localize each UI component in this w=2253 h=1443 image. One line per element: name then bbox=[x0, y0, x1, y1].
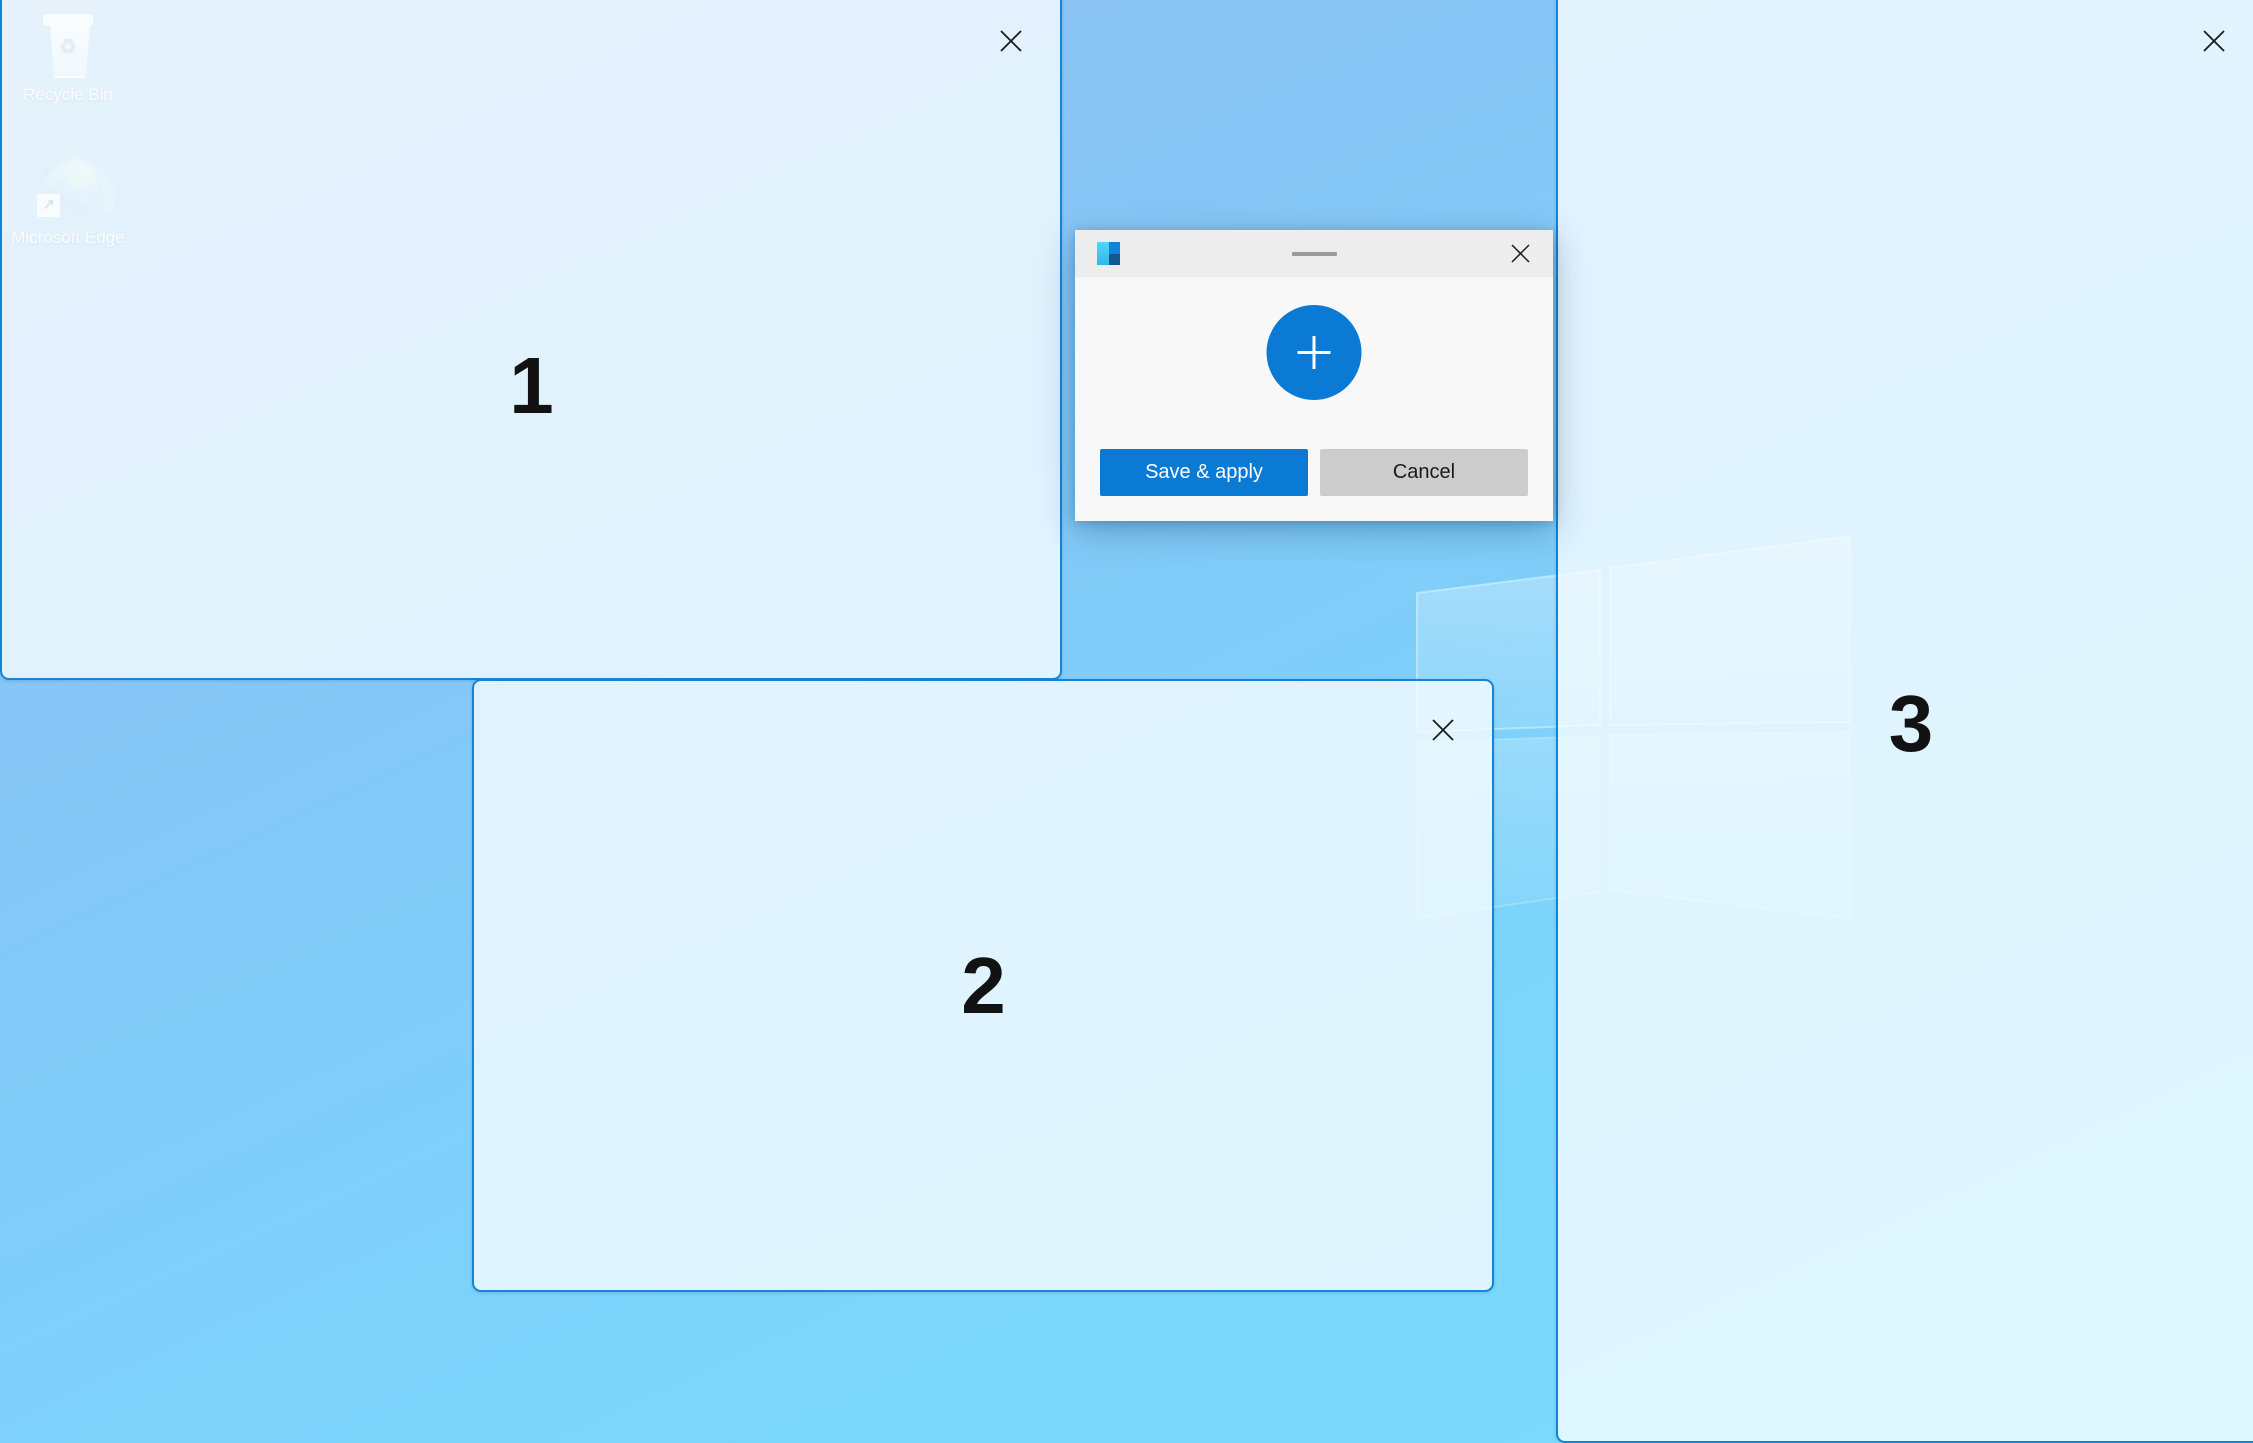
add-zone-button[interactable] bbox=[1266, 305, 1362, 400]
zone-number: 1 bbox=[509, 341, 554, 430]
zone-2-close-button[interactable] bbox=[1420, 707, 1466, 753]
dialog-titlebar[interactable] bbox=[1075, 230, 1553, 277]
dialog-close-button[interactable] bbox=[1493, 230, 1547, 277]
cancel-button[interactable]: Cancel bbox=[1320, 449, 1528, 496]
zone-number: 3 bbox=[1888, 679, 1934, 768]
zone-2[interactable]: 2 bbox=[472, 679, 1494, 1292]
dialog-actions: Save & apply Cancel bbox=[1075, 449, 1553, 496]
fancyzones-editor-dialog[interactable]: Save & apply Cancel bbox=[1075, 230, 1553, 521]
dialog-body: Save & apply Cancel bbox=[1075, 277, 1553, 521]
minimize-icon bbox=[1291, 251, 1337, 256]
close-x-icon bbox=[1510, 244, 1530, 263]
desktop[interactable]: ♻ Recycle Bin ↗ Microsoft Edge 1 2 3 bbox=[0, 0, 2253, 1443]
close-x-icon bbox=[2203, 30, 2225, 52]
plus-icon-vertical bbox=[1312, 336, 1316, 369]
save-and-apply-button[interactable]: Save & apply bbox=[1100, 449, 1308, 496]
close-x-icon bbox=[1432, 719, 1454, 741]
zone-number: 2 bbox=[961, 940, 1006, 1030]
zone-1[interactable]: 1 bbox=[0, 0, 1062, 680]
zone-3-close-button[interactable] bbox=[2191, 18, 2237, 64]
close-x-icon bbox=[1000, 30, 1022, 52]
zone-1-close-button[interactable] bbox=[988, 18, 1034, 64]
dialog-minimize-button[interactable] bbox=[1280, 230, 1348, 277]
zone-3[interactable]: 3 bbox=[1556, 0, 2253, 1443]
fancyzones-icon bbox=[1097, 242, 1120, 265]
